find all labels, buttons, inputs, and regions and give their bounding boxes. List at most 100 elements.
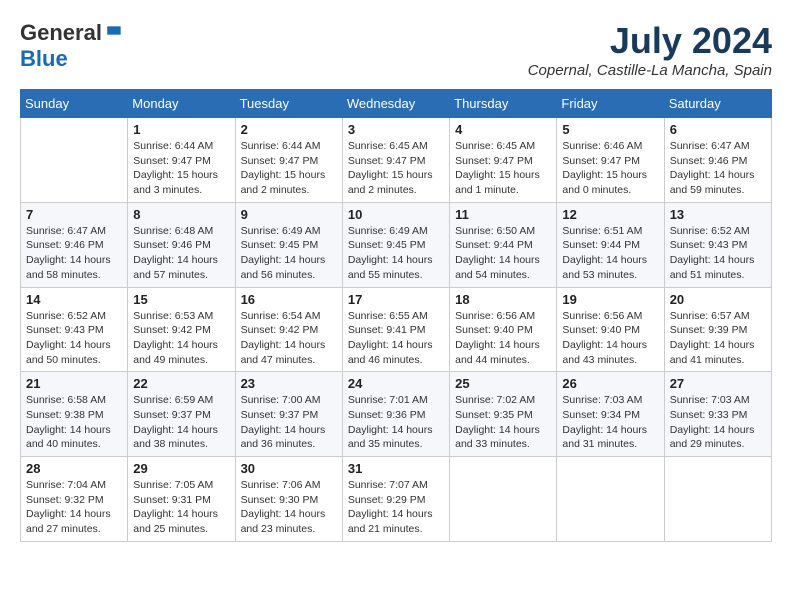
month-title: July 2024 (528, 20, 772, 62)
logo-blue-text: Blue (20, 46, 68, 71)
day-info: Sunrise: 7:07 AM Sunset: 9:29 PM Dayligh… (348, 478, 444, 537)
calendar-table: SundayMondayTuesdayWednesdayThursdayFrid… (20, 89, 772, 542)
calendar-cell: 5 Sunrise: 6:46 AM Sunset: 9:47 PM Daylig… (557, 118, 664, 203)
day-number: 23 (241, 376, 337, 391)
day-number: 2 (241, 122, 337, 137)
calendar-header-row: SundayMondayTuesdayWednesdayThursdayFrid… (21, 90, 772, 118)
day-number: 7 (26, 207, 122, 222)
calendar-cell: 3 Sunrise: 6:45 AM Sunset: 9:47 PM Daylig… (342, 118, 449, 203)
day-info: Sunrise: 6:46 AM Sunset: 9:47 PM Dayligh… (562, 139, 658, 198)
day-info: Sunrise: 6:44 AM Sunset: 9:47 PM Dayligh… (133, 139, 229, 198)
calendar-header-sunday: Sunday (21, 90, 128, 118)
calendar-cell: 12Sunrise: 6:51 AM Sunset: 9:44 PM Dayli… (557, 202, 664, 287)
day-number: 22 (133, 376, 229, 391)
calendar-cell: 7Sunrise: 6:47 AM Sunset: 9:46 PM Daylig… (21, 202, 128, 287)
day-number: 14 (26, 292, 122, 307)
day-info: Sunrise: 6:44 AM Sunset: 9:47 PM Dayligh… (241, 139, 337, 198)
day-info: Sunrise: 7:03 AM Sunset: 9:34 PM Dayligh… (562, 393, 658, 452)
day-info: Sunrise: 6:55 AM Sunset: 9:41 PM Dayligh… (348, 309, 444, 368)
calendar-header-wednesday: Wednesday (342, 90, 449, 118)
calendar-week-row: 28Sunrise: 7:04 AM Sunset: 9:32 PM Dayli… (21, 457, 772, 542)
day-info: Sunrise: 7:00 AM Sunset: 9:37 PM Dayligh… (241, 393, 337, 452)
calendar-cell: 16 Sunrise: 6:54 AM Sunset: 9:42 PM Dayli… (235, 287, 342, 372)
day-number: 10 (348, 207, 444, 222)
day-info: Sunrise: 6:59 AM Sunset: 9:37 PM Dayligh… (133, 393, 229, 452)
day-info: Sunrise: 7:04 AM Sunset: 9:32 PM Dayligh… (26, 478, 122, 537)
day-info: Sunrise: 6:52 AM Sunset: 9:43 PM Dayligh… (670, 224, 766, 283)
day-number: 11 (455, 207, 551, 222)
logo: General Blue (20, 20, 124, 72)
calendar-cell: 11 Sunrise: 6:50 AM Sunset: 9:44 PM Dayli… (450, 202, 557, 287)
day-number: 12 (562, 207, 658, 222)
location-text: Copernal, Castille-La Mancha, Spain (528, 62, 772, 79)
day-number: 5 (562, 122, 658, 137)
day-number: 27 (670, 376, 766, 391)
calendar-cell: 15 Sunrise: 6:53 AM Sunset: 9:42 PM Dayli… (128, 287, 235, 372)
calendar-cell: 20 Sunrise: 6:57 AM Sunset: 9:39 PM Dayli… (664, 287, 771, 372)
calendar-cell: 28Sunrise: 7:04 AM Sunset: 9:32 PM Dayli… (21, 457, 128, 542)
calendar-cell: 2 Sunrise: 6:44 AM Sunset: 9:47 PM Daylig… (235, 118, 342, 203)
day-number: 25 (455, 376, 551, 391)
calendar-cell (21, 118, 128, 203)
day-info: Sunrise: 6:45 AM Sunset: 9:47 PM Dayligh… (348, 139, 444, 198)
page-header: General Blue July 2024 Copernal, Castill… (20, 20, 772, 79)
calendar-cell (450, 457, 557, 542)
day-number: 6 (670, 122, 766, 137)
day-number: 20 (670, 292, 766, 307)
calendar-header-thursday: Thursday (450, 90, 557, 118)
calendar-week-row: 14Sunrise: 6:52 AM Sunset: 9:43 PM Dayli… (21, 287, 772, 372)
title-block: July 2024 Copernal, Castille-La Mancha, … (528, 20, 772, 79)
calendar-cell: 4Sunrise: 6:45 AM Sunset: 9:47 PM Daylig… (450, 118, 557, 203)
day-number: 1 (133, 122, 229, 137)
day-info: Sunrise: 6:50 AM Sunset: 9:44 PM Dayligh… (455, 224, 551, 283)
calendar-header-monday: Monday (128, 90, 235, 118)
calendar-cell: 21Sunrise: 6:58 AM Sunset: 9:38 PM Dayli… (21, 372, 128, 457)
day-info: Sunrise: 7:02 AM Sunset: 9:35 PM Dayligh… (455, 393, 551, 452)
day-number: 8 (133, 207, 229, 222)
calendar-week-row: 7Sunrise: 6:47 AM Sunset: 9:46 PM Daylig… (21, 202, 772, 287)
calendar-cell: 18 Sunrise: 6:56 AM Sunset: 9:40 PM Dayli… (450, 287, 557, 372)
day-number: 13 (670, 207, 766, 222)
day-number: 9 (241, 207, 337, 222)
calendar-cell: 10Sunrise: 6:49 AM Sunset: 9:45 PM Dayli… (342, 202, 449, 287)
calendar-body: 1 Sunrise: 6:44 AM Sunset: 9:47 PM Daylig… (21, 118, 772, 542)
calendar-week-row: 1 Sunrise: 6:44 AM Sunset: 9:47 PM Daylig… (21, 118, 772, 203)
day-info: Sunrise: 7:03 AM Sunset: 9:33 PM Dayligh… (670, 393, 766, 452)
day-number: 16 (241, 292, 337, 307)
day-info: Sunrise: 6:54 AM Sunset: 9:42 PM Dayligh… (241, 309, 337, 368)
calendar-cell: 13 Sunrise: 6:52 AM Sunset: 9:43 PM Dayli… (664, 202, 771, 287)
day-info: Sunrise: 6:53 AM Sunset: 9:42 PM Dayligh… (133, 309, 229, 368)
day-info: Sunrise: 6:56 AM Sunset: 9:40 PM Dayligh… (562, 309, 658, 368)
day-number: 26 (562, 376, 658, 391)
logo-icon (104, 23, 124, 43)
day-info: Sunrise: 7:05 AM Sunset: 9:31 PM Dayligh… (133, 478, 229, 537)
calendar-cell: 30 Sunrise: 7:06 AM Sunset: 9:30 PM Dayli… (235, 457, 342, 542)
calendar-header-saturday: Saturday (664, 90, 771, 118)
day-info: Sunrise: 6:57 AM Sunset: 9:39 PM Dayligh… (670, 309, 766, 368)
calendar-cell: 25 Sunrise: 7:02 AM Sunset: 9:35 PM Dayli… (450, 372, 557, 457)
day-number: 4 (455, 122, 551, 137)
calendar-header-tuesday: Tuesday (235, 90, 342, 118)
day-info: Sunrise: 6:47 AM Sunset: 9:46 PM Dayligh… (670, 139, 766, 198)
calendar-cell: 26 Sunrise: 7:03 AM Sunset: 9:34 PM Dayli… (557, 372, 664, 457)
day-info: Sunrise: 6:56 AM Sunset: 9:40 PM Dayligh… (455, 309, 551, 368)
calendar-cell: 1 Sunrise: 6:44 AM Sunset: 9:47 PM Daylig… (128, 118, 235, 203)
day-info: Sunrise: 7:06 AM Sunset: 9:30 PM Dayligh… (241, 478, 337, 537)
day-number: 18 (455, 292, 551, 307)
calendar-week-row: 21Sunrise: 6:58 AM Sunset: 9:38 PM Dayli… (21, 372, 772, 457)
calendar-cell: 17 Sunrise: 6:55 AM Sunset: 9:41 PM Dayli… (342, 287, 449, 372)
day-number: 24 (348, 376, 444, 391)
day-info: Sunrise: 6:58 AM Sunset: 9:38 PM Dayligh… (26, 393, 122, 452)
day-number: 19 (562, 292, 658, 307)
day-number: 3 (348, 122, 444, 137)
day-number: 30 (241, 461, 337, 476)
calendar-cell: 6 Sunrise: 6:47 AM Sunset: 9:46 PM Daylig… (664, 118, 771, 203)
day-number: 29 (133, 461, 229, 476)
day-number: 15 (133, 292, 229, 307)
calendar-header-friday: Friday (557, 90, 664, 118)
calendar-cell: 23 Sunrise: 7:00 AM Sunset: 9:37 PM Dayli… (235, 372, 342, 457)
calendar-cell (664, 457, 771, 542)
calendar-cell: 29 Sunrise: 7:05 AM Sunset: 9:31 PM Dayli… (128, 457, 235, 542)
day-number: 17 (348, 292, 444, 307)
logo-general-text: General (20, 20, 102, 46)
